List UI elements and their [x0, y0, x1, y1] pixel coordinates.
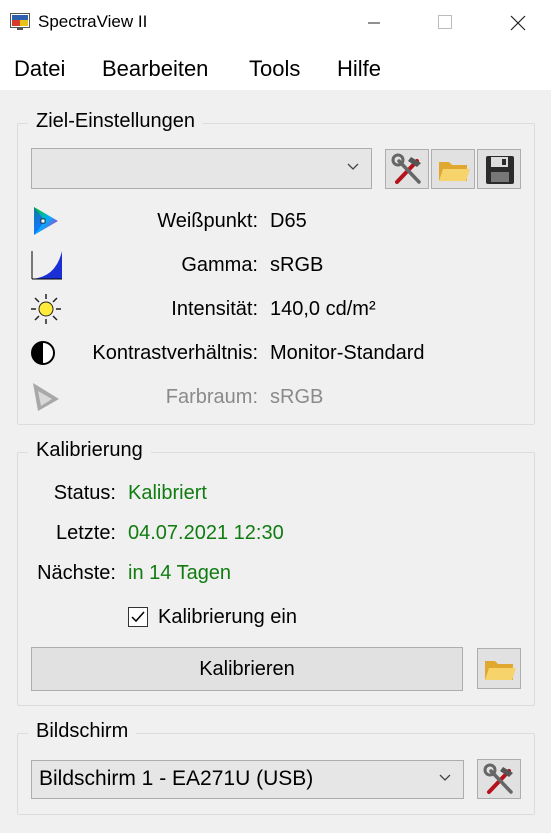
colorspace-label: Farbraum: — [165, 386, 258, 408]
close-icon — [510, 15, 526, 31]
target-settings-title: Ziel-Einstellungen — [28, 110, 203, 133]
menu-tools[interactable]: Tools — [249, 56, 300, 82]
colorspace-value: sRGB — [270, 386, 324, 408]
hammer-wrench-icon — [483, 763, 513, 794]
menu-bar: Datei Bearbeiten Tools Hilfe — [0, 46, 551, 90]
display-tools-button[interactable] — [477, 759, 521, 799]
intensity-value: 140,0 cd/m² — [270, 298, 376, 320]
checkmark-icon — [131, 611, 145, 623]
whitepoint-value: D65 — [270, 210, 307, 232]
window-title: SpectraView II — [38, 12, 148, 31]
maximize-button[interactable] — [421, 0, 467, 46]
floppy-disk-icon — [486, 156, 514, 184]
status-label: Status: — [53, 482, 116, 504]
minimize-button[interactable] — [351, 0, 397, 46]
target-open-button[interactable] — [431, 149, 475, 189]
minimize-icon — [368, 22, 380, 24]
display-select-combo[interactable]: Bildschirm 1 - EA271U (USB) — [31, 760, 464, 799]
menu-bearbeiten[interactable]: Bearbeiten — [102, 56, 208, 82]
next-calibration-value: in 14 Tagen — [128, 562, 232, 584]
chevron-down-icon — [439, 774, 451, 781]
maximize-icon — [438, 15, 452, 29]
nec-monitor-icon — [10, 13, 30, 30]
next-calibration-label: Nächste: — [37, 562, 116, 584]
target-preset-combo[interactable] — [31, 148, 372, 189]
folder-open-icon — [439, 162, 470, 181]
close-button[interactable] — [495, 0, 541, 46]
gamma-label: Gamma: — [181, 254, 258, 276]
target-save-button[interactable] — [477, 149, 521, 189]
gamma-value: sRGB — [270, 254, 324, 276]
display-title: Bildschirm — [28, 720, 137, 743]
display-select-value: Bildschirm 1 - EA271U (USB) — [39, 767, 314, 790]
calibrate-button[interactable]: Kalibrieren — [31, 647, 463, 691]
last-calibration-label: Letzte: — [55, 522, 116, 544]
menu-hilfe[interactable]: Hilfe — [337, 56, 381, 82]
calibration-enable-label[interactable]: Kalibrierung ein — [158, 606, 297, 629]
whitepoint-label: Weißpunkt: — [157, 210, 258, 232]
calibration-enable-checkbox[interactable] — [128, 607, 148, 627]
menu-datei[interactable]: Datei — [14, 56, 65, 82]
chevron-down-icon — [347, 163, 359, 170]
contrast-label: Kontrastverhältnis: — [92, 342, 258, 364]
calibration-open-button[interactable] — [477, 648, 521, 689]
last-calibration-value: 04.07.2021 12:30 — [128, 522, 284, 544]
intensity-label: Intensität: — [171, 298, 258, 320]
folder-open-icon — [485, 661, 516, 680]
calibration-title: Kalibrierung — [28, 439, 151, 462]
target-tools-button[interactable] — [385, 149, 429, 189]
hammer-wrench-icon — [391, 153, 421, 184]
title-bar: SpectraView II — [0, 0, 551, 46]
status-value: Kalibriert — [128, 482, 207, 504]
contrast-value: Monitor-Standard — [270, 342, 425, 364]
